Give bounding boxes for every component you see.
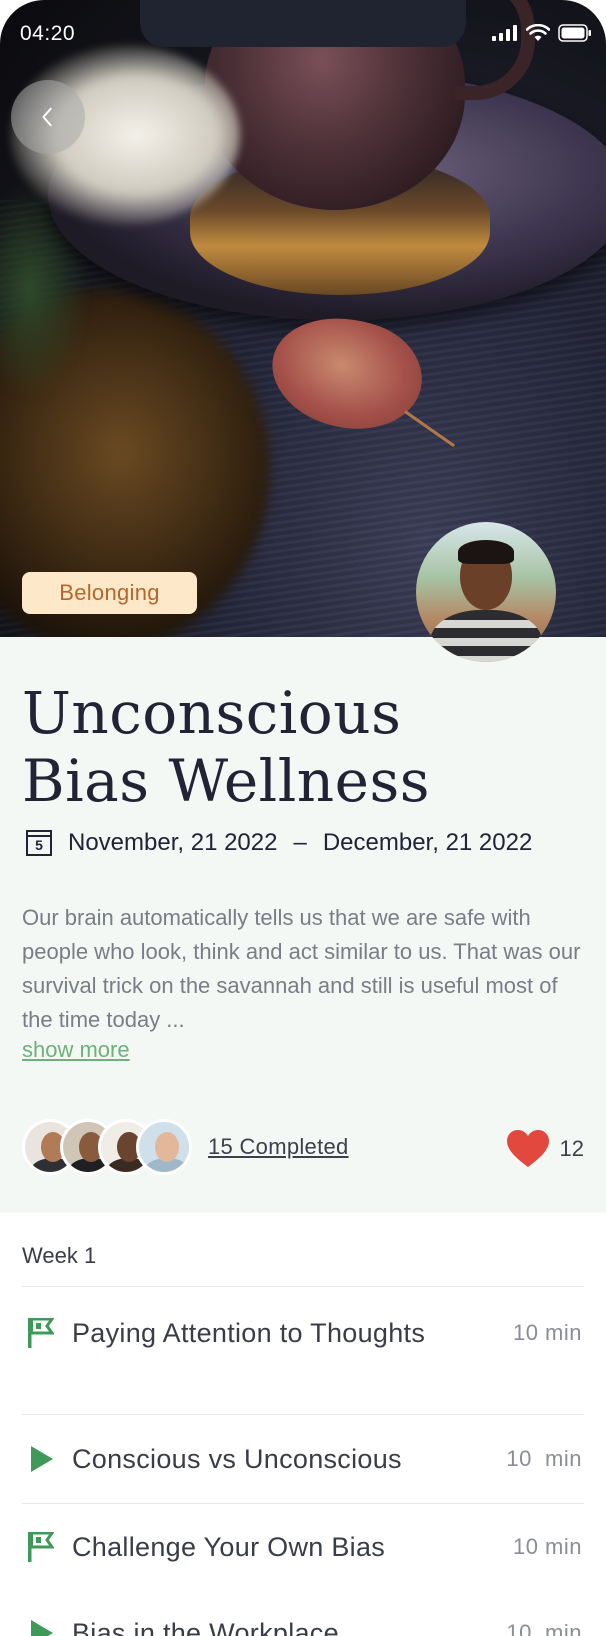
lesson-title: Conscious vs Unconscious (72, 1444, 402, 1474)
lesson-duration: 10 min (512, 1320, 582, 1345)
play-icon (31, 1620, 53, 1636)
lesson-title: Bias in the Workplace (72, 1618, 339, 1636)
lesson-item[interactable]: Paying Attention to Thoughts 10 min (22, 1314, 584, 1394)
calendar-icon: 5 (26, 830, 52, 856)
divider (22, 1414, 584, 1415)
course-info-panel: Unconscious Bias Wellness 5 November, 21… (0, 637, 606, 1213)
participant-avatars[interactable] (22, 1119, 192, 1175)
end-date: December, 21 2022 (322, 829, 533, 856)
author-avatar[interactable] (416, 522, 556, 662)
lesson-title: Challenge Your Own Bias (72, 1532, 386, 1562)
lesson-duration: 10 min (506, 1620, 582, 1636)
divider (22, 1286, 584, 1287)
status-time: 04:20 (20, 22, 76, 45)
teapot-handle (455, 0, 535, 100)
like-control[interactable]: 12 (506, 1129, 584, 1169)
divider (22, 1503, 584, 1504)
status-icons (492, 24, 592, 42)
participant-avatar (136, 1119, 192, 1175)
heart-icon[interactable] (506, 1129, 550, 1169)
play-icon (31, 1446, 53, 1472)
lesson-title: Paying Attention to Thoughts (72, 1318, 426, 1348)
week-label: Week 1 (22, 1243, 97, 1268)
start-date: November, 21 2022 (68, 829, 278, 856)
flag-icon (28, 1318, 54, 1348)
lesson-item[interactable]: Conscious vs Unconscious 10 min (22, 1440, 584, 1480)
signal-icon (492, 25, 517, 41)
lesson-duration: 10 min (506, 1446, 582, 1471)
lesson-duration: 10 min (512, 1534, 582, 1559)
date-range: 5 November, 21 2022 – December, 21 2022 (26, 829, 532, 857)
date-separator: – (293, 829, 307, 856)
device-notch (140, 0, 466, 47)
course-title: Unconscious Bias Wellness (22, 679, 430, 815)
chevron-left-icon (42, 107, 52, 127)
lesson-item[interactable]: Challenge Your Own Bias 10 min (22, 1528, 584, 1568)
completed-count-link[interactable]: 15 Completed (208, 1134, 349, 1160)
back-button[interactable] (11, 80, 85, 154)
flag-icon (28, 1532, 54, 1562)
show-more-link[interactable]: show more (22, 1037, 130, 1063)
category-tag[interactable]: Belonging (22, 572, 197, 614)
like-count: 12 (559, 1136, 584, 1161)
course-description: Our brain automatically tells us that we… (22, 905, 581, 1032)
battery-icon (558, 24, 591, 42)
lesson-item[interactable]: Bias in the Workplace 10 min (22, 1614, 584, 1636)
wifi-icon (526, 24, 550, 41)
